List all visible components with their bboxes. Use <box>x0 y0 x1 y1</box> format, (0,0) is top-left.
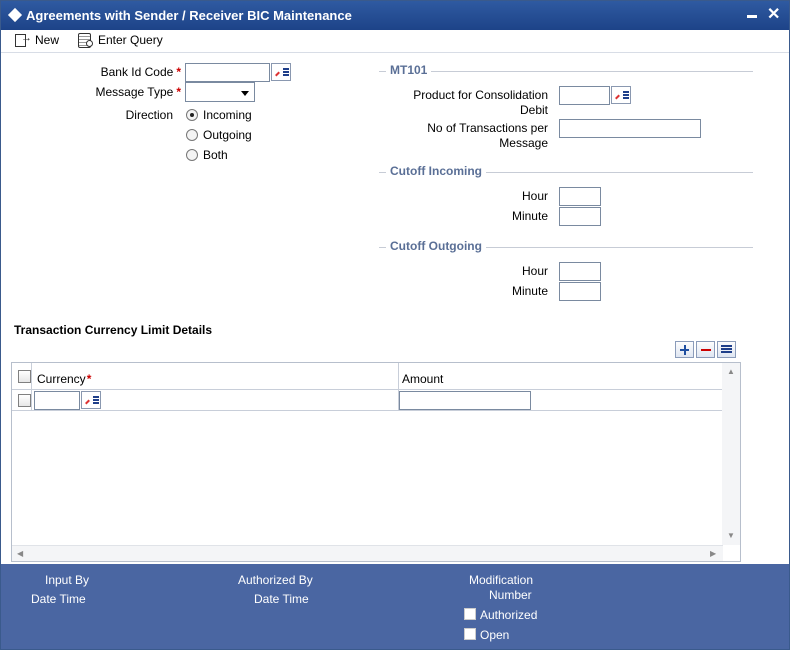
cutoff-outgoing-section-header: Cutoff Outgoing <box>379 239 753 255</box>
mt101-section-title: MT101 <box>386 63 432 77</box>
modification-label: Modification <box>469 573 534 587</box>
direction-option-label: Outgoing <box>203 128 252 142</box>
currency-column-header: Currency* <box>37 372 91 386</box>
authorized-by-label: Authorized By <box>238 573 313 587</box>
single-view-button[interactable] <box>717 341 736 358</box>
scroll-right-icon[interactable]: ▶ <box>710 549 716 558</box>
no-of-transactions-label: No of Transactions per Message <box>381 121 548 151</box>
minimize-icon[interactable] <box>747 15 757 18</box>
amount-column-header: Amount <box>402 372 444 386</box>
message-type-select[interactable] <box>185 82 255 102</box>
select-all-checkbox[interactable] <box>18 370 31 383</box>
close-icon[interactable]: ✕ <box>767 4 780 24</box>
cutoff-incoming-section-header: Cutoff Incoming <box>379 164 753 180</box>
currency-column-header-text: Currency <box>37 372 86 386</box>
product-consolidation-input[interactable] <box>559 86 610 105</box>
open-checkbox-label: Open <box>480 628 510 642</box>
radio-icon <box>186 149 198 161</box>
product-label-line2: Debit <box>519 103 548 117</box>
maintenance-window: Agreements with Sender / Receiver BIC Ma… <box>0 0 790 650</box>
delete-row-button[interactable] <box>696 341 715 358</box>
toolbar: New Enter Query <box>1 30 789 53</box>
direction-option-label: Both <box>203 148 228 162</box>
cutoff-outgoing-hour-label: Hour <box>521 264 548 278</box>
grid-title: Transaction Currency Limit Details <box>14 323 213 337</box>
scroll-up-icon[interactable]: ▲ <box>727 367 735 376</box>
open-checkbox[interactable] <box>464 628 476 640</box>
bank-id-code-input[interactable] <box>185 63 270 82</box>
direction-label: Direction <box>125 108 173 122</box>
product-consolidation-lov-icon[interactable] <box>611 86 631 104</box>
cutoff-incoming-hour-input[interactable] <box>559 187 601 206</box>
direction-option-label: Incoming <box>203 108 252 122</box>
window-diamond-icon <box>7 7 23 23</box>
vertical-scrollbar[interactable]: ▲ ▼ <box>722 363 740 545</box>
radio-icon-checked <box>186 109 198 121</box>
new-button[interactable]: New <box>14 30 59 50</box>
add-row-button[interactable] <box>675 341 694 358</box>
cutoff-incoming-hour-label: Hour <box>521 189 548 203</box>
scroll-down-icon[interactable]: ▼ <box>727 531 735 540</box>
cutoff-incoming-section-title: Cutoff Incoming <box>386 164 486 178</box>
bank-id-code-label-text: Bank Id Code <box>100 65 174 79</box>
cutoff-incoming-minute-input[interactable] <box>559 207 601 226</box>
direction-radio-both[interactable]: Both <box>186 148 228 162</box>
direction-radio-outgoing[interactable]: Outgoing <box>186 128 252 142</box>
scroll-left-icon[interactable]: ◀ <box>17 549 23 558</box>
cutoff-outgoing-minute-label: Minute <box>511 284 548 298</box>
authorized-checkbox-label: Authorized <box>480 608 538 622</box>
required-marker: * <box>86 372 92 386</box>
no-txn-label-line2: Message <box>499 136 548 150</box>
message-type-label: Message Type * <box>41 85 182 99</box>
no-txn-label-line1: No of Transactions per <box>427 121 548 135</box>
title-bar: Agreements with Sender / Receiver BIC Ma… <box>1 1 789 30</box>
row-select-checkbox[interactable] <box>18 394 31 407</box>
cutoff-outgoing-minute-input[interactable] <box>559 282 601 301</box>
cutoff-outgoing-hour-input[interactable] <box>559 262 601 281</box>
required-marker: * <box>176 65 181 79</box>
horizontal-scrollbar[interactable]: ◀ ▶ <box>12 545 723 561</box>
amount-input[interactable] <box>399 391 531 410</box>
direction-radio-incoming[interactable]: Incoming <box>186 108 252 122</box>
window-title: Agreements with Sender / Receiver BIC Ma… <box>26 8 352 23</box>
message-type-label-text: Message Type <box>95 85 174 99</box>
chevron-down-icon <box>241 91 249 96</box>
product-consolidation-label: Product for Consolidation Debit <box>381 88 548 118</box>
currency-lov-icon[interactable] <box>81 391 101 409</box>
section-divider <box>379 71 753 72</box>
table-row <box>12 391 723 411</box>
enter-query-button-label: Enter Query <box>98 33 163 47</box>
no-of-transactions-input[interactable] <box>559 119 701 138</box>
product-label-line1: Product for Consolidation <box>413 88 548 102</box>
grid-header: Currency* Amount <box>12 363 723 410</box>
enter-query-icon <box>77 33 93 48</box>
currency-input[interactable] <box>34 391 80 410</box>
enter-query-button[interactable]: Enter Query <box>77 30 163 50</box>
number-label: Number <box>489 588 532 602</box>
audit-footer: Input By Date Time Authorized By Date Ti… <box>1 564 789 649</box>
cutoff-incoming-minute-label: Minute <box>511 209 548 223</box>
cutoff-outgoing-section-title: Cutoff Outgoing <box>386 239 486 253</box>
required-marker: * <box>176 85 181 99</box>
bank-id-code-label: Bank Id Code * <box>41 65 181 79</box>
mt101-section-header: MT101 <box>379 63 753 79</box>
authorized-checkbox[interactable] <box>464 608 476 620</box>
currency-limit-grid: Currency* Amount ▲ ▼ ◀ ▶ <box>11 362 741 562</box>
input-by-label: Input By <box>45 573 90 587</box>
new-record-icon <box>14 32 32 47</box>
new-button-label: New <box>35 33 60 47</box>
bank-id-code-lov-icon[interactable] <box>271 63 291 81</box>
radio-icon <box>186 129 198 141</box>
date-time-label-input: Date Time <box>31 592 86 606</box>
date-time-label-authorized: Date Time <box>254 592 309 606</box>
